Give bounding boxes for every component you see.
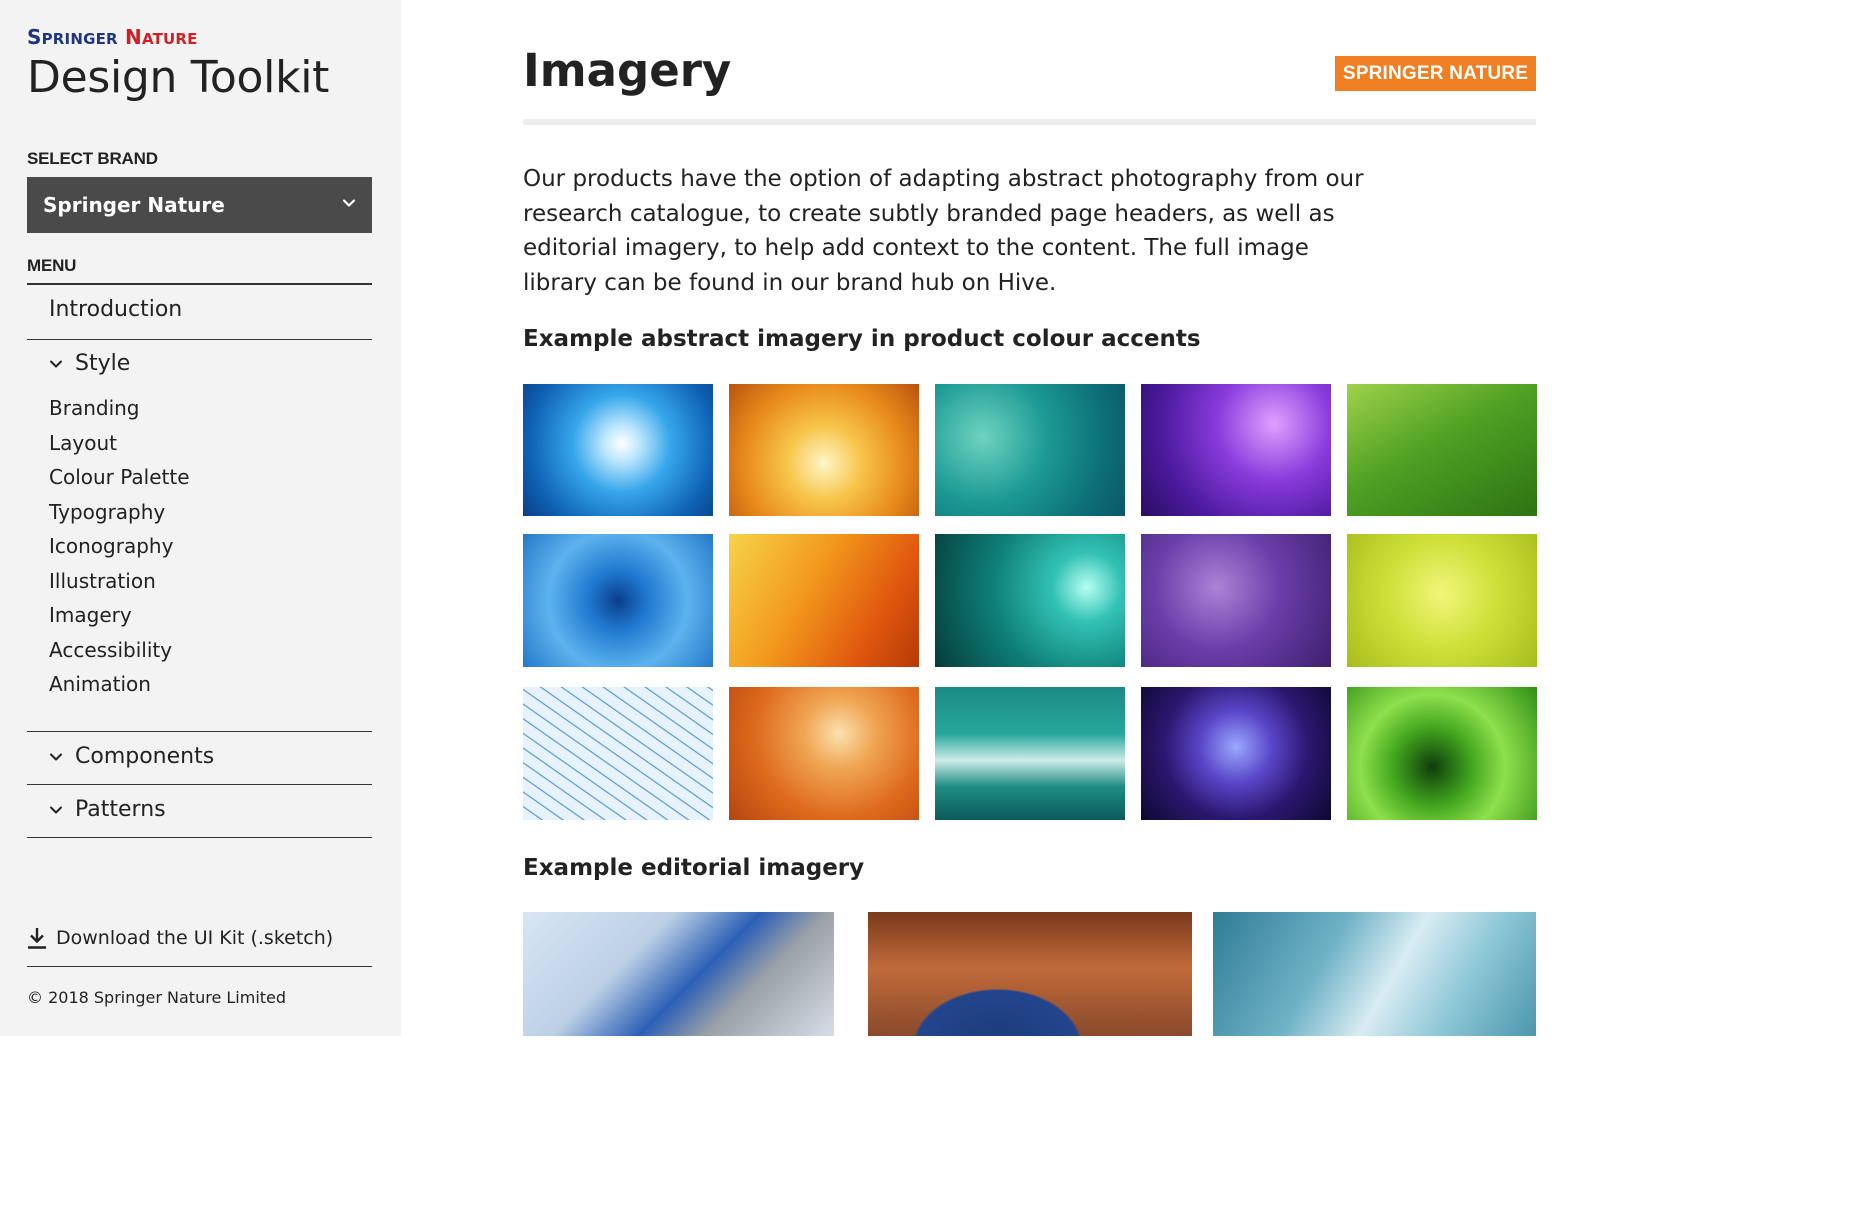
abstract-imagery-heading: Example abstract imagery in product colo… xyxy=(523,326,1201,352)
title-divider xyxy=(523,119,1536,125)
abstract-image-purple-crystal[interactable] xyxy=(1141,534,1331,667)
menu-section-label: Style xyxy=(75,351,131,376)
download-ui-kit-link[interactable]: Download the UI Kit (.sketch) xyxy=(27,927,333,949)
chevron-down-icon xyxy=(50,806,62,813)
menu-divider xyxy=(27,339,372,340)
menu-item-accessibility[interactable]: Accessibility xyxy=(49,638,172,662)
menu-item-colour-palette[interactable]: Colour Palette xyxy=(49,465,190,489)
editorial-image-presenter[interactable] xyxy=(868,912,1192,1036)
chevron-down-icon xyxy=(342,199,356,207)
abstract-image-orange-canyon[interactable] xyxy=(729,534,919,667)
menu-item-illustration[interactable]: Illustration xyxy=(49,569,156,593)
springer-nature-logo[interactable]: SPRINGER NATURE xyxy=(27,25,198,49)
menu-divider xyxy=(27,283,372,285)
menu-section-style[interactable]: Style xyxy=(49,351,130,376)
sidebar: SPRINGER NATURE Design Toolkit SELECT BR… xyxy=(0,0,401,1036)
download-label: Download the UI Kit (.sketch) xyxy=(56,927,334,949)
abstract-image-purple-fibres[interactable] xyxy=(1141,384,1331,516)
abstract-image-green-cells[interactable] xyxy=(1347,687,1537,820)
menu-section-label: Components xyxy=(75,744,215,769)
footer-divider xyxy=(27,966,372,967)
copyright-text: © 2018 Springer Nature Limited xyxy=(27,988,287,1007)
menu-item-iconography[interactable]: Iconography xyxy=(49,534,173,558)
abstract-image-lime-bubbles[interactable] xyxy=(1347,534,1537,667)
page-title: Imagery xyxy=(523,44,732,97)
menu-item-typography[interactable]: Typography xyxy=(49,500,165,524)
select-brand-label: SELECT BRAND xyxy=(27,149,158,168)
brand-select-value: Springer Nature xyxy=(43,193,225,217)
menu-section-label: Patterns xyxy=(75,797,166,822)
abstract-image-teal-water[interactable] xyxy=(935,687,1125,820)
chevron-down-icon xyxy=(50,753,62,760)
abstract-image-green-leaf[interactable] xyxy=(1347,384,1537,516)
editorial-image-scientist[interactable] xyxy=(1213,912,1536,1036)
editorial-image-robot-arm[interactable] xyxy=(523,912,834,1036)
abstract-image-blue-swirl[interactable] xyxy=(523,384,713,516)
menu-divider xyxy=(27,837,372,838)
abstract-image-teal-cells[interactable] xyxy=(935,384,1125,516)
menu-section-components[interactable]: Components xyxy=(49,744,214,769)
menu-divider xyxy=(27,731,372,732)
brand-badge: SPRINGER NATURE xyxy=(1335,56,1536,91)
chevron-down-icon xyxy=(50,360,62,367)
abstract-image-teal-light[interactable] xyxy=(935,534,1125,667)
site-title[interactable]: Design Toolkit xyxy=(27,52,329,103)
abstract-image-orange-flower[interactable] xyxy=(729,384,919,516)
menu-section-patterns[interactable]: Patterns xyxy=(49,797,166,822)
menu-item-animation[interactable]: Animation xyxy=(49,672,151,696)
menu-item-introduction[interactable]: Introduction xyxy=(49,297,182,322)
brand-select[interactable]: Springer Nature xyxy=(27,177,372,233)
menu-item-imagery[interactable]: Imagery xyxy=(49,603,132,627)
menu-item-layout[interactable]: Layout xyxy=(49,431,117,455)
menu-item-branding[interactable]: Branding xyxy=(49,396,140,420)
editorial-imagery-heading: Example editorial imagery xyxy=(523,855,865,881)
download-icon xyxy=(28,928,46,949)
abstract-image-purple-nebula[interactable] xyxy=(1141,687,1331,820)
intro-paragraph: Our products have the option of adapting… xyxy=(523,166,1364,296)
abstract-image-nautilus-shell[interactable] xyxy=(729,687,919,820)
abstract-image-blue-lines[interactable] xyxy=(523,687,713,820)
menu-divider xyxy=(27,784,372,785)
abstract-image-blue-chrysanthemum[interactable] xyxy=(523,534,713,667)
menu-label: MENU xyxy=(27,256,77,275)
